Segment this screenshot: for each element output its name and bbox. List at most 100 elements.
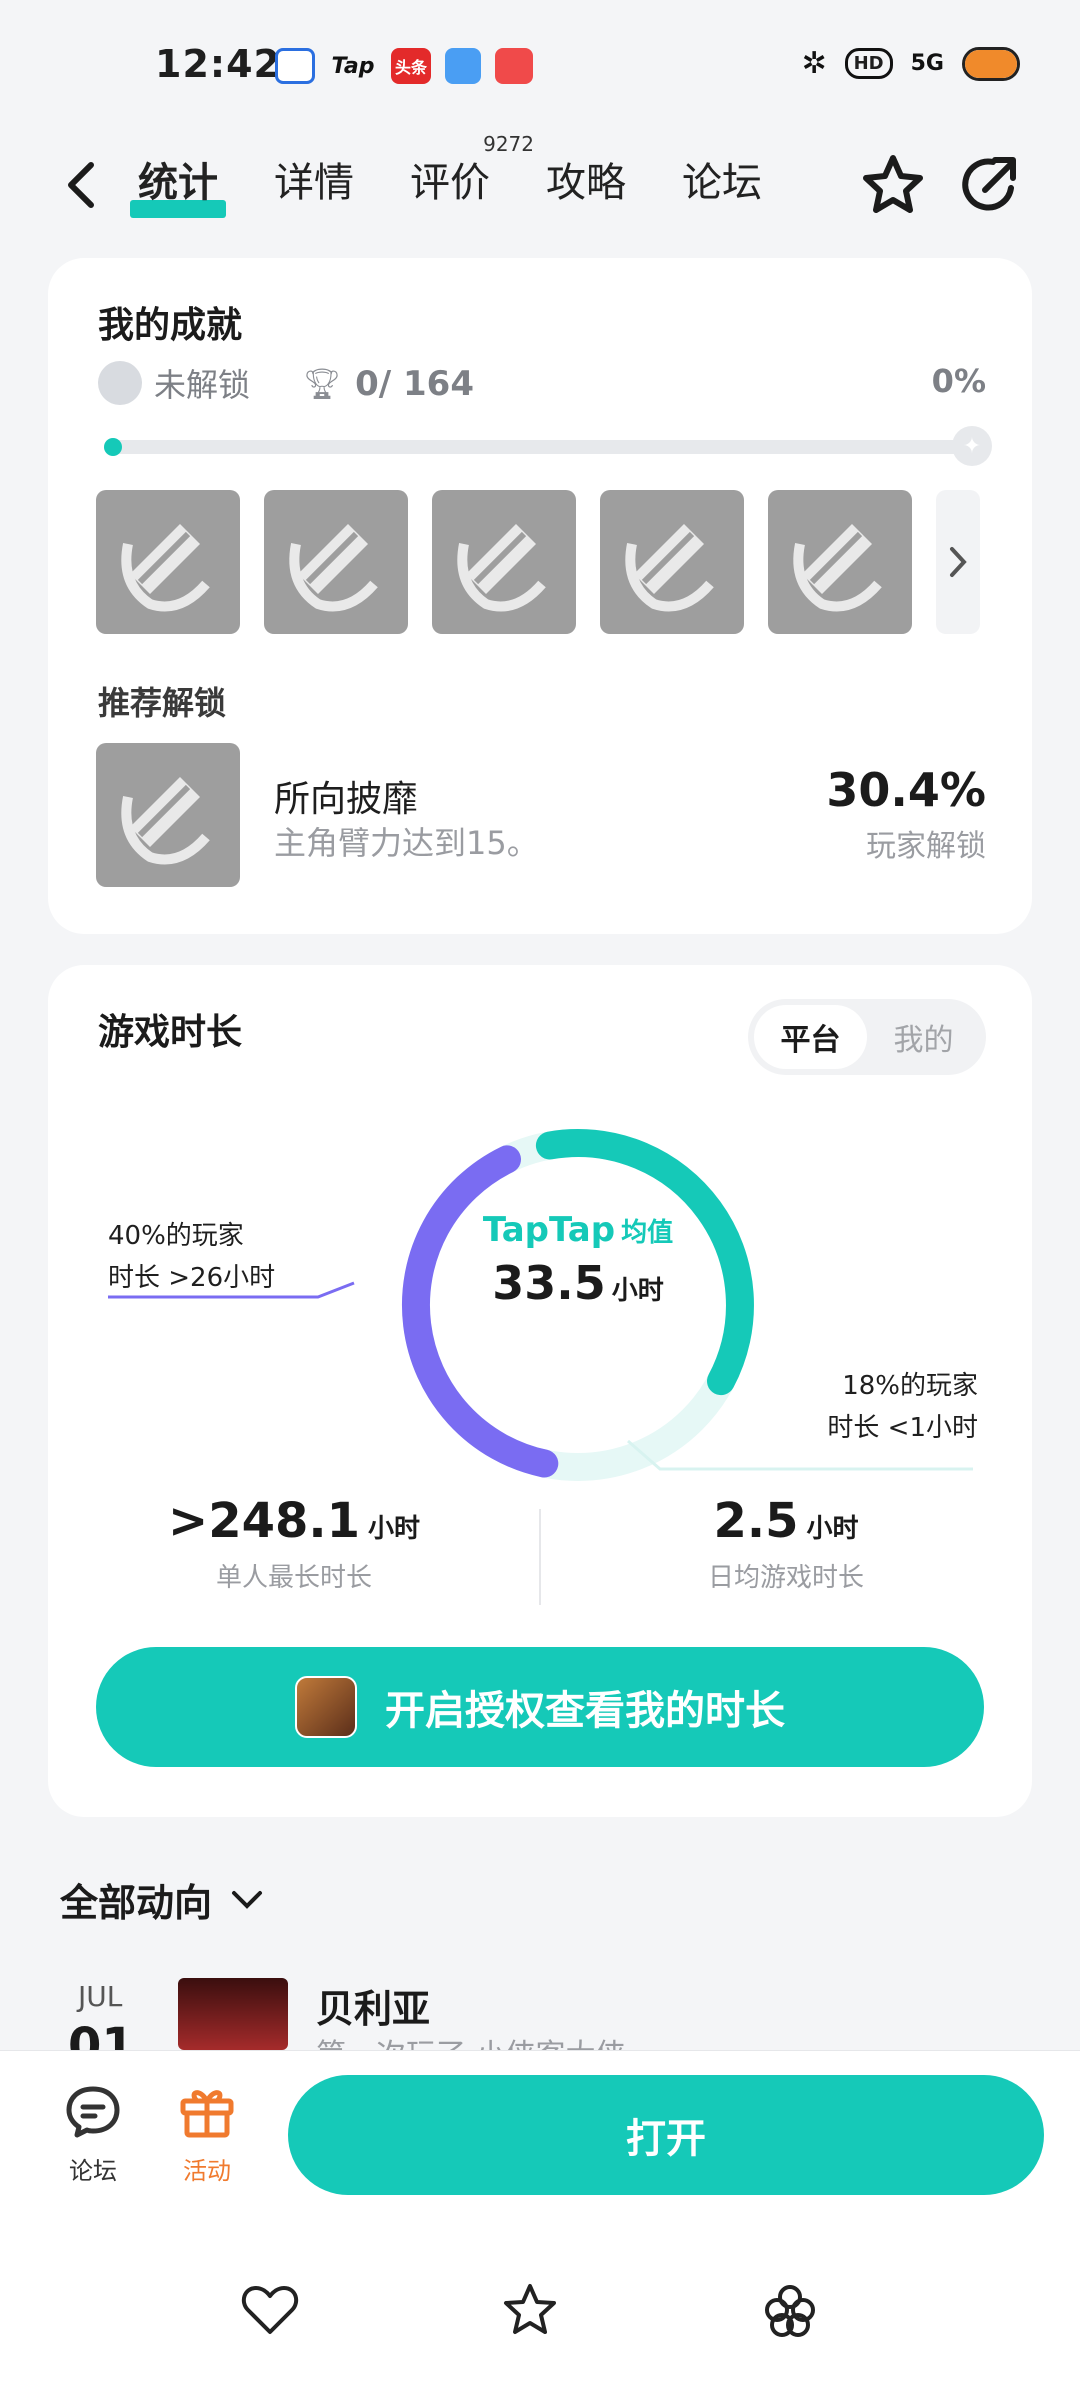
authorize-label: 开启授权查看我的时长 bbox=[385, 1688, 785, 1734]
trophy-icon: 🏆︎ bbox=[303, 366, 342, 402]
chat-bubble-icon bbox=[66, 2086, 120, 2138]
bottom-action-bar: 论坛 活动 打开 bbox=[0, 2050, 1080, 2218]
toutiao-app-icon: 头条 bbox=[391, 48, 431, 84]
achievement-progress-bar: ✦ bbox=[104, 426, 992, 466]
notification-app-icon bbox=[275, 48, 315, 84]
feed-thumbnail bbox=[178, 1978, 288, 2050]
tab-label: 论坛 bbox=[682, 160, 762, 206]
daily-label: 日均游戏时长 bbox=[707, 1563, 864, 1593]
forum-label: 论坛 bbox=[69, 2157, 117, 2185]
signal-icon: 5G bbox=[910, 51, 944, 76]
chevron-right-icon bbox=[950, 547, 967, 577]
playtime-card: 游戏时长 平台 我的 TapTap 均值 33.5 小时 40%的玩家 时长 >26… bbox=[48, 965, 1032, 1817]
achievement-tile[interactable] bbox=[264, 490, 408, 634]
unlock-rate-label: 玩家解锁 bbox=[866, 829, 986, 864]
long-play-line2: 时长 >26小时 bbox=[108, 1263, 276, 1293]
achievements-card: 我的成就 未解锁 🏆︎ 0/ 164 0% ✦ 推荐解锁 所向披靡 主角臂力达到… bbox=[48, 258, 1032, 934]
back-arrow-icon bbox=[68, 162, 94, 208]
recommended-achievement-name: 所向披靡 bbox=[274, 779, 419, 820]
locked-achievement-icon bbox=[793, 524, 882, 612]
battery-icon bbox=[962, 46, 1020, 81]
achievement-tile[interactable] bbox=[432, 490, 576, 634]
system-status: ✲ HD 5G bbox=[801, 46, 1020, 81]
achievement-tile[interactable] bbox=[600, 490, 744, 634]
locked-achievement-icon bbox=[625, 524, 714, 612]
unlock-rate: 30.4% bbox=[826, 763, 986, 817]
locked-badge-icon bbox=[98, 361, 142, 405]
max-unit: 小时 bbox=[368, 1514, 421, 1544]
tab-bar: 统计 详情 评价 9272 攻略 论坛 bbox=[130, 132, 762, 222]
achievements-title: 我的成就 bbox=[98, 305, 243, 346]
recommended-achievement-desc: 主角臂力达到15。 bbox=[274, 824, 539, 862]
daily-unit: 小时 bbox=[806, 1514, 859, 1544]
progress-end-star-icon: ✦ bbox=[952, 426, 992, 466]
review-count-badge: 9272 bbox=[483, 132, 534, 156]
max-value: >248.1 bbox=[167, 1493, 361, 1549]
progress-fill bbox=[104, 438, 122, 456]
tab-label: 详情 bbox=[274, 160, 354, 206]
hd-icon: HD bbox=[844, 48, 893, 79]
back-button[interactable] bbox=[55, 160, 105, 210]
shopping-app-icon bbox=[495, 48, 533, 84]
locked-achievement-icon bbox=[121, 524, 210, 612]
notification-icons: Tap 头条 bbox=[275, 48, 533, 84]
locked-achievement-icon bbox=[457, 524, 546, 612]
achievement-status: 未解锁 bbox=[98, 360, 250, 406]
gift-icon bbox=[180, 2090, 234, 2138]
share-icon[interactable] bbox=[955, 150, 1025, 220]
feed-month: JUL bbox=[78, 1980, 123, 2013]
status-label: 未解锁 bbox=[154, 366, 251, 404]
system-nav-bar bbox=[0, 2218, 1080, 2400]
status-time: 12:42 bbox=[155, 42, 281, 86]
star-nav-icon[interactable] bbox=[500, 2280, 560, 2340]
playtime-stats: >248.1 小时 单人最长时长 2.5 小时 日均游戏时长 bbox=[48, 1493, 1032, 1605]
wifi-icon: ✲ bbox=[801, 46, 827, 81]
chevron-down-icon bbox=[232, 1890, 263, 1909]
top-nav: 统计 详情 评价 9272 攻略 论坛 bbox=[0, 132, 1080, 230]
heart-icon[interactable] bbox=[240, 2280, 300, 2340]
tab-reviews[interactable]: 评价 9272 bbox=[410, 132, 534, 222]
achievement-count: 🏆︎ 0/ 164 bbox=[303, 364, 474, 404]
forum-button[interactable]: 论坛 bbox=[48, 2083, 138, 2186]
feed-title: 贝利亚 bbox=[316, 1987, 431, 2031]
feed-filter-dropdown[interactable]: 全部动向 bbox=[60, 1872, 264, 1927]
authorize-playtime-button[interactable]: 开启授权查看我的时长 bbox=[96, 1647, 984, 1767]
tab-label: 评价 bbox=[410, 160, 490, 206]
tab-label: 攻略 bbox=[546, 160, 626, 206]
activity-button[interactable]: 活动 bbox=[162, 2083, 252, 2186]
long-play-line1: 40%的玩家 bbox=[108, 1221, 244, 1251]
tab-label: 统计 bbox=[138, 160, 218, 206]
achievement-grid bbox=[96, 490, 912, 634]
tap-app-icon: Tap bbox=[331, 53, 375, 79]
open-game-button[interactable]: 打开 bbox=[288, 2075, 1044, 2195]
daily-value: 2.5 bbox=[713, 1493, 799, 1549]
tab-stats[interactable]: 统计 bbox=[130, 150, 226, 222]
flower-icon[interactable] bbox=[760, 2280, 820, 2340]
short-play-line2: 时长 <1小时 bbox=[827, 1413, 978, 1443]
feed-item[interactable]: JUL 01 贝利亚 第一次玩了 小侠客大侠 bbox=[0, 1970, 1080, 2074]
star-icon[interactable] bbox=[858, 150, 928, 220]
achievement-tile[interactable] bbox=[768, 490, 912, 634]
achievement-percent: 0% bbox=[931, 362, 986, 400]
feed-filter-label: 全部动向 bbox=[60, 1881, 213, 1925]
recommended-achievement-tile[interactable] bbox=[96, 743, 240, 887]
tab-details[interactable]: 详情 bbox=[274, 150, 354, 222]
recommend-title: 推荐解锁 bbox=[98, 684, 227, 722]
game-avatar bbox=[295, 1676, 357, 1738]
status-bar: 12:42 Tap 头条 ✲ HD 5G bbox=[0, 0, 1080, 130]
long-play-note: 40%的玩家 时长 >26小时 bbox=[108, 1215, 275, 1299]
achievement-count-value: 0/ 164 bbox=[355, 364, 474, 404]
locked-achievement-icon bbox=[121, 777, 210, 865]
daily-playtime-stat: 2.5 小时 日均游戏时长 bbox=[540, 1493, 1032, 1594]
max-playtime-stat: >248.1 小时 单人最长时长 bbox=[48, 1493, 540, 1594]
short-play-note: 18%的玩家 时长 <1小时 bbox=[808, 1365, 978, 1449]
tab-forum[interactable]: 论坛 bbox=[682, 150, 762, 222]
locked-achievement-icon bbox=[289, 524, 378, 612]
short-play-line1: 18%的玩家 bbox=[842, 1371, 978, 1401]
achievement-tile[interactable] bbox=[96, 490, 240, 634]
more-achievements-button[interactable] bbox=[936, 490, 980, 634]
max-label: 单人最长时长 bbox=[215, 1563, 372, 1593]
tab-guides[interactable]: 攻略 bbox=[546, 150, 626, 222]
weather-app-icon bbox=[445, 48, 481, 84]
activity-label: 活动 bbox=[183, 2157, 231, 2185]
